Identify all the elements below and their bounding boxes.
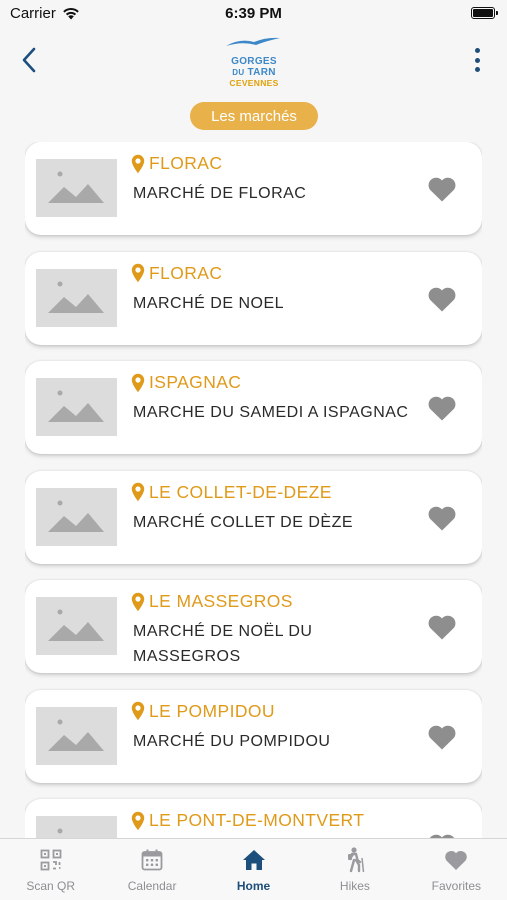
back-button[interactable] [16,44,42,76]
more-options-button[interactable] [467,48,487,72]
logo-line-3: CEVENNES [229,78,279,88]
market-card[interactable]: FLORAC MARCHÉ DE NOEL [25,251,482,345]
market-location: LE COLLET-DE-DEZE [131,482,332,503]
market-location: FLORAC [131,153,222,174]
image-placeholder-icon [48,609,104,641]
market-location: LE POMPIDOU [131,701,275,722]
location-pin-icon [131,482,145,502]
favorite-button[interactable] [427,175,457,203]
market-town: LE POMPIDOU [149,700,275,721]
logo-line-2-main: TARN [247,67,276,78]
heart-icon [428,287,456,311]
image-placeholder-icon [48,281,104,313]
market-location: ISPAGNAC [131,372,241,393]
tab-label: Calendar [127,879,177,893]
market-card[interactable]: LE COLLET-DE-DEZE MARCHÉ COLLET DE DÈZE [25,470,482,564]
image-placeholder-icon [48,500,104,532]
tab-bar: Scan QR Calendar Home Hikes Favorites [0,838,507,900]
tab-favorites[interactable]: Favorites [406,839,507,900]
tab-calendar[interactable]: Calendar [101,839,202,900]
market-town: LE MASSEGROS [149,591,293,611]
favorite-button[interactable] [427,394,457,422]
image-placeholder [36,487,117,546]
favorite-button[interactable] [427,285,457,313]
hiker-icon [347,847,365,873]
home-icon [242,850,265,870]
market-town: LE COLLET-DE-DEZE [149,481,332,502]
market-card[interactable]: LE POMPIDOU MARCHÉ DU POMPIDOU [25,689,482,783]
market-name: MARCHÉ DE NOËL DU MASSEGROS [133,623,313,665]
market-name: MARCHÉ DE NOEL [133,294,285,312]
bird-logo-icon [226,37,280,46]
image-placeholder-icon [48,171,104,203]
market-card[interactable]: ISPAGNAC MARCHE DU SAMEDI A ISPAGNAC [25,361,482,454]
logo-line-1: GORGES [231,56,277,67]
dot-icon [474,57,480,63]
tab-hikes[interactable]: Hikes [304,839,405,900]
battery-icon [471,7,498,19]
market-town: ISPAGNAC [149,372,242,392]
tab-label: Hikes [339,879,370,893]
image-placeholder-icon [48,719,104,751]
location-pin-icon [131,373,145,392]
section-title-pill: Les marchés [190,102,318,130]
location-pin-icon [131,154,145,173]
market-location: FLORAC [131,263,222,284]
image-placeholder [36,159,117,217]
location-pin-icon [131,811,145,830]
heart-icon [428,396,456,421]
market-name: MARCHÉ DE FLORAC [133,185,307,202]
location-pin-icon [131,263,145,283]
tab-label: Scan QR [26,879,76,893]
nav-bar: GORGES DU TARN CEVENNES [0,30,507,90]
favorite-button[interactable] [427,613,457,641]
favorite-button[interactable] [427,723,457,751]
qr-code-icon [40,849,62,871]
status-time: 6:39 PM [225,5,282,22]
location-pin-icon [131,701,145,721]
image-placeholder-icon [57,828,63,834]
market-name: MARCHE DU SAMEDI A ISPAGNAC [133,404,409,421]
tab-label: Home [236,879,271,893]
heart-icon [428,725,456,749]
market-card[interactable]: FLORAC MARCHÉ DE FLORAC [25,142,482,235]
calendar-icon [141,849,163,871]
image-placeholder [36,597,117,655]
market-name: MARCHÉ DU POMPIDOU [133,732,331,750]
image-placeholder [36,706,117,765]
status-bar: Carrier 6:39 PM [0,0,507,30]
heart-icon [428,506,456,530]
logo-line-2-small: DU [232,68,245,77]
logo-line-2: DU TARN [232,67,275,78]
market-card[interactable]: LE PONT-DE-MONTVERT [25,799,482,838]
market-card[interactable]: LE MASSEGROS MARCHÉ DE NOËL DU MASSEGROS [25,580,482,673]
market-town: LE PONT-DE-MONTVERT [149,810,365,830]
market-town: FLORAC [149,262,223,283]
dot-icon [474,67,480,72]
chevron-left-icon [22,47,36,73]
market-location: LE MASSEGROS [131,591,293,612]
app-logo: GORGES DU TARN CEVENNES [220,34,288,88]
image-placeholder [36,268,117,327]
image-placeholder [36,816,117,838]
heart-icon [428,177,456,202]
market-list[interactable]: FLORAC MARCHÉ DE FLORAC FLORAC MARCHÉ DE… [25,142,482,838]
heart-icon [428,615,456,640]
tab-label: Favorites [431,879,481,893]
image-placeholder [36,378,117,436]
market-location: LE PONT-DE-MONTVERT [131,810,364,831]
market-name: MARCHÉ COLLET DE DÈZE [133,513,354,531]
market-town: FLORAC [149,153,223,173]
dot-icon [474,48,480,53]
location-pin-icon [131,592,145,611]
tab-home[interactable]: Home [203,839,304,900]
favorite-button[interactable] [427,504,457,532]
image-placeholder-icon [48,390,104,422]
tab-scan-qr[interactable]: Scan QR [0,839,101,900]
heart-icon [445,850,468,870]
